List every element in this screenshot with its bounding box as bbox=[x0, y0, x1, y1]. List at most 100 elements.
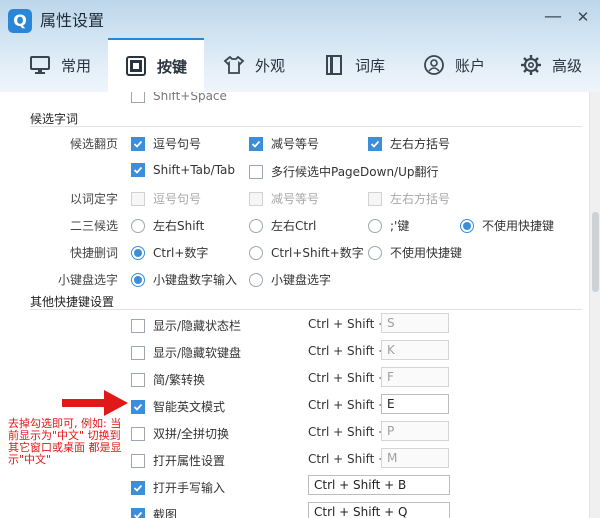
option-open-settings[interactable]: 打开属性设置 bbox=[131, 452, 225, 469]
radio-button[interactable] bbox=[368, 245, 382, 260]
check-icon bbox=[251, 140, 261, 148]
section-divider bbox=[30, 309, 582, 310]
key-input[interactable]: M bbox=[381, 448, 449, 468]
tab-account[interactable]: 账户 bbox=[410, 38, 498, 92]
option-label: 双拼/全拼切换 bbox=[153, 427, 230, 441]
option-label: 左右Ctrl bbox=[271, 219, 317, 233]
option-label: 不使用快捷键 bbox=[482, 219, 555, 233]
option-simp-trad[interactable]: 简/繁转换 bbox=[131, 371, 205, 388]
checkbox[interactable] bbox=[131, 345, 145, 360]
key-input[interactable]: P bbox=[381, 421, 449, 441]
checkbox-checked[interactable] bbox=[131, 136, 145, 151]
radio-left-right-ctrl[interactable]: 左右Ctrl bbox=[249, 217, 316, 234]
check-icon bbox=[370, 140, 380, 148]
option-minus-equal[interactable]: 减号等号 bbox=[249, 135, 319, 152]
close-button[interactable]: ✕ bbox=[570, 4, 596, 30]
radio-button[interactable] bbox=[368, 218, 382, 233]
checkbox-checked[interactable] bbox=[131, 399, 145, 414]
tab-advanced[interactable]: 高级 bbox=[508, 38, 594, 92]
section-divider bbox=[30, 126, 582, 127]
gear-icon bbox=[520, 55, 541, 75]
radio-no-shortcut[interactable]: 不使用快捷键 bbox=[460, 217, 554, 234]
radio-numpad-select[interactable]: 小键盘选字 bbox=[249, 271, 331, 288]
option-smart-english[interactable]: 智能英文模式 bbox=[131, 398, 225, 415]
option-label: 小键盘数字输入 bbox=[153, 273, 238, 287]
shirt-icon bbox=[223, 55, 245, 74]
option-handwriting[interactable]: 打开手写输入 bbox=[131, 479, 225, 496]
option-label: 左右方括号 bbox=[390, 192, 451, 206]
key-input[interactable]: F bbox=[381, 367, 449, 387]
radio-button[interactable] bbox=[249, 245, 263, 260]
tab-label: 常用 bbox=[60, 56, 91, 75]
radio-button-selected[interactable] bbox=[131, 272, 145, 287]
checkbox-checked[interactable] bbox=[131, 163, 145, 177]
shortcut-prefix: Ctrl + Shift + bbox=[308, 371, 389, 385]
radio-numpad-input[interactable]: 小键盘数字输入 bbox=[131, 271, 237, 288]
check-icon bbox=[133, 484, 143, 492]
option-disabled-minus: 减号等号 bbox=[249, 190, 319, 207]
label-page-flip: 候选翻页 bbox=[69, 137, 118, 151]
red-arrow-icon bbox=[62, 390, 128, 416]
option-label: 减号等号 bbox=[271, 137, 320, 151]
scrollbar-thumb[interactable] bbox=[592, 212, 599, 292]
radio-button-selected[interactable] bbox=[460, 218, 474, 233]
tab-general[interactable]: 常用 bbox=[14, 38, 106, 92]
radio-button[interactable] bbox=[131, 218, 145, 233]
option-brackets[interactable]: 左右方括号 bbox=[368, 135, 450, 152]
window-header: Q 属性设置 — ✕ 常用 按键 外观 词库 账户 高级 bbox=[0, 0, 600, 92]
option-label: 智能英文模式 bbox=[153, 400, 226, 414]
option-label: 简/繁转换 bbox=[153, 373, 206, 387]
radio-semicolon-quote[interactable]: ;'键 bbox=[368, 217, 409, 234]
option-label: 逗号句号 bbox=[153, 192, 202, 206]
vertical-scrollbar[interactable] bbox=[589, 92, 600, 518]
tab-keys[interactable]: 按键 bbox=[108, 38, 204, 92]
radio-ctrl-number[interactable]: Ctrl+数字 bbox=[131, 244, 208, 261]
checkbox-checked[interactable] bbox=[131, 480, 145, 495]
option-label: 显示/隐藏软键盘 bbox=[153, 346, 242, 360]
radio-button[interactable] bbox=[249, 218, 263, 233]
radio-button[interactable] bbox=[249, 272, 263, 287]
section-title-candidate: 候选字词 bbox=[30, 112, 79, 126]
tab-label: 按键 bbox=[156, 57, 187, 76]
tab-dictionary[interactable]: 词库 bbox=[310, 38, 398, 92]
radio-button-selected[interactable] bbox=[131, 245, 145, 260]
radio-no-shortcut-delete[interactable]: 不使用快捷键 bbox=[368, 244, 462, 261]
checkbox-checked[interactable] bbox=[249, 136, 263, 151]
checkbox[interactable] bbox=[131, 426, 145, 441]
option-disabled-brackets: 左右方括号 bbox=[368, 190, 450, 207]
tab-appearance[interactable]: 外观 bbox=[210, 38, 298, 92]
radio-left-right-shift[interactable]: 左右Shift bbox=[131, 217, 204, 234]
option-screenshot[interactable]: 截图 bbox=[131, 506, 177, 518]
option-multiline-pagedown[interactable]: 多行候选中PageDown/Up翻行 bbox=[249, 163, 439, 180]
shortcut-input[interactable]: Ctrl + Shift + Q bbox=[308, 502, 450, 518]
label-numpad: 小键盘选字 bbox=[57, 273, 118, 287]
checkbox[interactable] bbox=[131, 372, 145, 387]
checkbox-checked[interactable] bbox=[368, 136, 382, 151]
checkbox-disabled bbox=[131, 191, 145, 206]
key-input[interactable]: E bbox=[381, 394, 449, 414]
option-label: 减号等号 bbox=[271, 192, 320, 206]
check-icon bbox=[133, 403, 143, 411]
radio-ctrl-shift-number[interactable]: Ctrl+Shift+数字 bbox=[249, 244, 364, 261]
option-comma-period[interactable]: 逗号句号 bbox=[131, 135, 201, 152]
minimize-button[interactable]: — bbox=[540, 4, 566, 30]
option-label: Ctrl+Shift+数字 bbox=[271, 246, 364, 260]
book-icon bbox=[325, 55, 342, 75]
checkbox[interactable] bbox=[131, 453, 145, 468]
checkbox[interactable] bbox=[131, 318, 145, 333]
option-shift-tab[interactable]: Shift+Tab/Tab bbox=[131, 163, 235, 177]
key-input[interactable]: S bbox=[381, 313, 449, 333]
checkbox-checked[interactable] bbox=[131, 507, 145, 518]
option-toggle-statusbar[interactable]: 显示/隐藏状态栏 bbox=[131, 317, 241, 334]
key-input[interactable]: K bbox=[381, 340, 449, 360]
option-label: 左右Shift bbox=[153, 219, 205, 233]
option-pinyin-switch[interactable]: 双拼/全拼切换 bbox=[131, 425, 229, 442]
checkbox[interactable] bbox=[249, 164, 263, 179]
window-title: 属性设置 bbox=[40, 11, 105, 30]
option-toggle-softkeyboard[interactable]: 显示/隐藏软键盘 bbox=[131, 344, 241, 361]
clipped-option[interactable]: Shift+Space bbox=[131, 92, 227, 103]
checkbox[interactable] bbox=[131, 92, 145, 103]
shortcut-input[interactable]: Ctrl + Shift + B bbox=[308, 475, 450, 495]
option-label: 打开属性设置 bbox=[153, 454, 226, 468]
tab-label: 账户 bbox=[454, 56, 485, 75]
